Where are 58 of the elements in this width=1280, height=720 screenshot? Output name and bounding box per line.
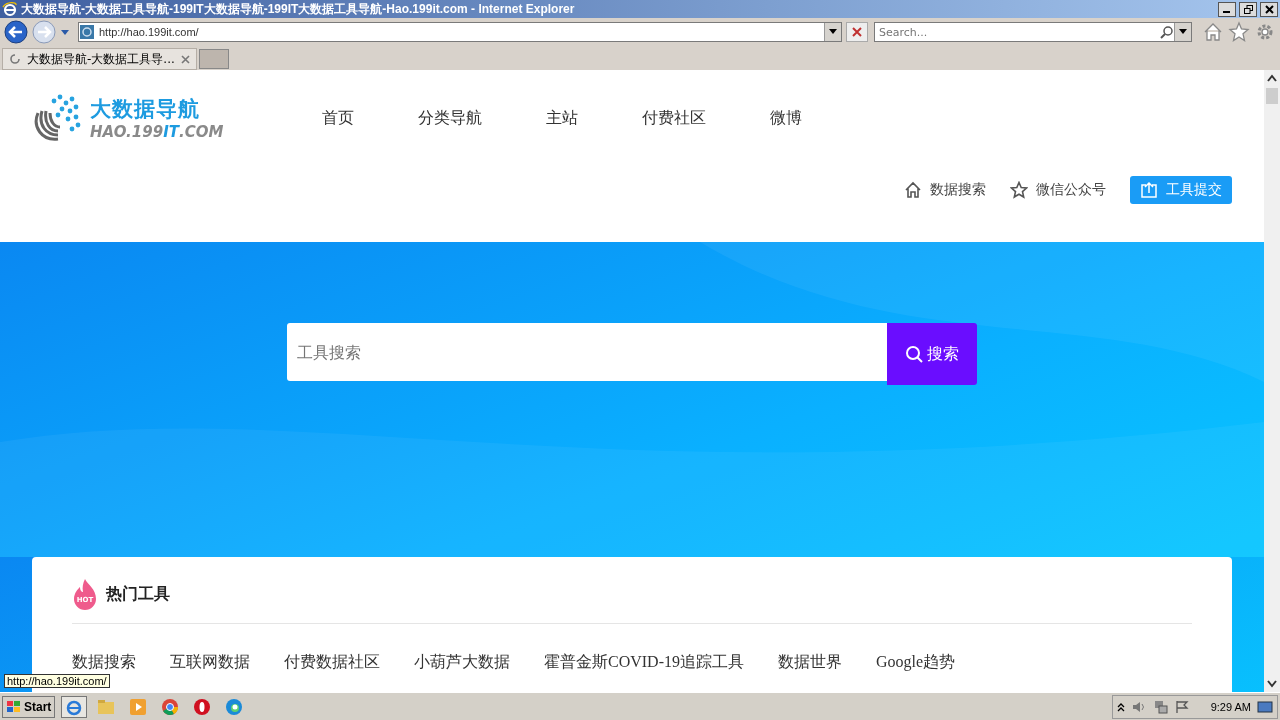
home-icon [904, 181, 922, 199]
scrollbar[interactable] [1264, 70, 1280, 692]
back-button[interactable] [4, 20, 28, 44]
site-icon [79, 24, 95, 40]
speaker-icon[interactable] [1130, 699, 1147, 714]
chevron-down-icon[interactable] [1267, 680, 1277, 688]
browser-logo-icon [2, 1, 18, 17]
nav-link[interactable]: 付费社区 [642, 107, 706, 129]
search-box[interactable]: Search... [874, 22, 1192, 42]
windows-logo-icon [6, 699, 22, 714]
dropdown-icon[interactable] [1174, 23, 1191, 41]
search-button[interactable]: 搜索 [887, 323, 977, 385]
header-link[interactable]: 微信公众号 [1010, 181, 1106, 199]
restore-button[interactable] [1239, 1, 1257, 17]
logo-domain: HAO.199IT.COM [90, 123, 224, 141]
search-icon [905, 345, 923, 363]
chevron-up-icon[interactable] [1116, 701, 1125, 712]
browser-tab[interactable]: 大数据导航-大数据工具导... [2, 48, 197, 70]
clock: 9:29 AM [1210, 700, 1251, 713]
stop-button[interactable] [846, 22, 868, 42]
close-icon [852, 27, 862, 37]
minimize-button[interactable] [1218, 1, 1236, 17]
network-icon[interactable] [1152, 699, 1169, 714]
tool-link[interactable]: 霍普金斯COVID-19追踪工具 [544, 652, 744, 673]
close-button[interactable] [1260, 1, 1278, 17]
restore-icon [1243, 4, 1253, 14]
search-icon [1160, 25, 1174, 39]
close-icon[interactable] [180, 54, 190, 64]
tool-link[interactable]: 数据世界 [778, 652, 842, 673]
tool-search-field[interactable]: 工具搜索 [287, 323, 887, 381]
new-tab-button[interactable] [198, 49, 229, 69]
chevron-up-icon[interactable] [1267, 74, 1277, 82]
status-tooltip: http://hao.199it.com/ [4, 674, 110, 688]
tool-link[interactable]: 互联网数据 [170, 652, 250, 673]
nav-link[interactable]: 首页 [322, 107, 354, 129]
close-icon [1264, 4, 1274, 14]
window-title: 大数据导航-大数据工具导航-199IT大数据导航-199IT大数据工具导航-Hao.199it.com - Internet Explorer [21, 0, 576, 18]
tool-link[interactable]: 付费数据社区 [284, 652, 380, 673]
star-icon[interactable] [1228, 21, 1250, 43]
address-bar[interactable]: http://hao.199it.com/ [78, 22, 842, 42]
nav-link[interactable]: 微博 [770, 107, 802, 129]
flag-icon[interactable] [1174, 699, 1189, 714]
star-icon [1010, 181, 1028, 199]
scrollbar-thumb[interactable] [1266, 88, 1278, 104]
browser-icon[interactable] [61, 695, 88, 718]
tool-link[interactable]: 数据搜索 [72, 652, 136, 673]
tool-link[interactable]: Google趋势 [876, 652, 956, 673]
nav-link[interactable]: 分类导航 [418, 107, 482, 129]
section-title: 热门工具 [106, 583, 170, 605]
upload-icon [1140, 181, 1158, 199]
show-desktop-icon[interactable] [1257, 699, 1273, 714]
tool-link[interactable]: 小葫芦大数据 [414, 652, 510, 673]
logo-title: 大数据导航 [90, 96, 201, 123]
header-link[interactable]: 数据搜索 [904, 181, 986, 199]
loading-icon [9, 53, 21, 65]
nav-link[interactable]: 主站 [546, 107, 578, 129]
dropdown-icon[interactable] [824, 23, 841, 41]
start-button[interactable]: Start [2, 695, 56, 718]
